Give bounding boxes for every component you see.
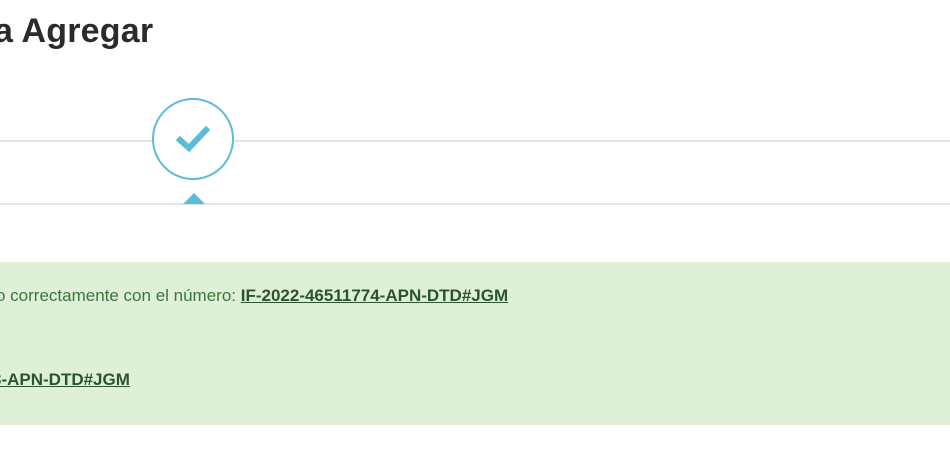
check-icon (176, 125, 210, 153)
stepper-top-divider (0, 140, 950, 142)
document-number-link[interactable]: IF-2022-46511774-APN-DTD#JGM (241, 286, 508, 305)
alert-message-text: o correctamente con el número: (0, 286, 241, 305)
alert-message-line: o correctamente con el número: IF-2022-4… (0, 286, 508, 306)
page: a Agregar o correctamente con el número:… (0, 0, 950, 475)
alert-secondary-label: : (0, 340, 1, 360)
secondary-document-link[interactable]: 3-APN-DTD#JGM (0, 370, 130, 389)
stepper-bottom-divider (0, 203, 950, 205)
active-step-pointer (183, 193, 205, 204)
success-alert: o correctamente con el número: IF-2022-4… (0, 262, 950, 425)
step-completed (152, 98, 234, 180)
wizard-stepper (0, 0, 950, 240)
alert-secondary-line: 3-APN-DTD#JGM (0, 370, 130, 390)
